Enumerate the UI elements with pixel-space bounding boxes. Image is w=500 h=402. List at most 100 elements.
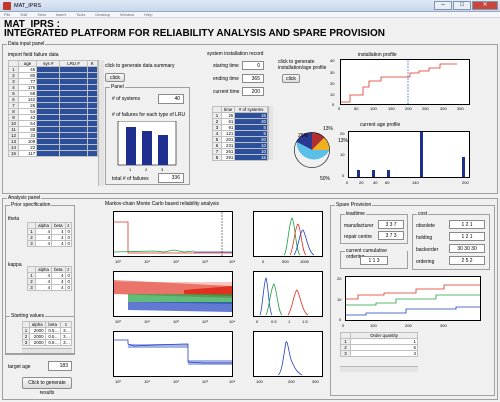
table-cell[interactable]: 15 [234,154,268,161]
menu-desktop[interactable]: Desktop [95,12,110,17]
title-bar: MAT_IPRS – □ ✕ [0,0,500,12]
num-systems-field[interactable]: 40 [158,94,184,104]
menu-window[interactable]: Window [120,12,134,17]
age-bar-3 [387,170,390,177]
spare-provision-plot [345,276,481,321]
table-cell[interactable]: 0.5… [44,339,61,346]
kappa-table[interactable]: alpha beta z 144024403440 [27,266,73,291]
cum-ordering-field[interactable]: 1 1 3 [360,256,388,265]
pie-label-50: 50% [320,176,331,182]
ip-ytick-0: 0 [332,102,335,107]
profile-button[interactable]: click [282,74,300,83]
row-header[interactable]: 3 [27,240,36,247]
summary-panel-label: Panel [110,84,125,90]
install-record-table[interactable]: time # of systems 1 25 15 2 61 20 3 91 5 4 121 5 5 201… [212,106,268,161]
failure-table-scrollbar[interactable] [98,60,104,186]
ending-time-field[interactable]: 365 [242,74,264,83]
installation-profile-title: installation profile [358,52,397,58]
table-row[interactable]: 8 291 15 [212,154,268,161]
current-age-plot [348,131,470,178]
target-age-label: target age [8,364,31,370]
table-cell[interactable]: 3 [350,350,418,357]
table-cell[interactable]: 117 [17,150,38,157]
target-age-field[interactable]: 183 [48,361,72,371]
table-cell[interactable]: 4 [51,284,66,291]
row-header[interactable]: 15 [8,150,19,157]
row-header[interactable]: 3 [22,339,30,346]
close-button[interactable]: ✕ [472,1,498,10]
sp-ytick-0: 0 [339,317,342,322]
row-header[interactable]: 3 [340,350,351,357]
row-header[interactable]: 8 [212,154,222,161]
tp1-tick-3: 10³ [202,259,208,264]
col-num-systems[interactable]: # of systems [234,106,268,113]
table-cell[interactable]: 0 [64,240,73,247]
starting-values-table[interactable]: alpha beta z 1 2000 0.5… 3… 2 2000 0.5… 3… 3 2000 0.… [22,321,73,346]
menu-edit[interactable]: Edit [20,12,27,17]
repair-centre-field[interactable]: 3 7 3 [378,231,404,240]
table-cell[interactable]: 4 [34,240,53,247]
theta-table[interactable]: alpha beta z 144024403440 [27,222,73,247]
failure-data-table[interactable]: age sys # LRU # K 1 45 2 80 3 77 4 176 5 68 6 142 7 26 8 5… [8,60,99,157]
holding-field[interactable]: 1 2 1 [449,232,485,241]
table-cell[interactable]: 4 [34,284,53,291]
table-cell[interactable]: 4 [51,240,66,247]
table-cell[interactable] [59,150,88,157]
dp2-tick-0: 0 [256,319,259,324]
table-row[interactable]: 3440 [27,240,73,247]
ca-ytick-10: 10 [340,152,345,157]
spare-provision-label: Spare Provision [335,202,373,208]
current-time-field[interactable]: 200 [242,87,264,96]
table-cell[interactable] [86,150,99,157]
ordering-label: ordering [416,259,435,265]
age-bar-5 [462,157,465,177]
order-quantity-table[interactable]: Order quantity 112533 [340,332,418,357]
manufacturer-field[interactable]: 3 3 7 [378,220,404,229]
trace-chart-1 [114,212,232,256]
table-cell[interactable] [36,150,61,157]
dp2-tick-1: 1 [288,319,291,324]
row-header[interactable]: 3 [27,284,36,291]
starting-time-field[interactable]: 0 [242,61,264,70]
start-col-alpha[interactable]: alpha [29,321,46,328]
tp3-tick-0: 10⁰ [115,379,122,384]
table-cell[interactable]: 2000 [29,339,46,346]
order-table-scrollbar[interactable] [340,366,418,372]
table-row[interactable]: 33 [340,350,418,357]
installation-profile-chart [341,60,457,104]
menu-view[interactable]: View [37,12,46,17]
table-cell[interactable]: 3… [59,339,73,346]
backorder-field[interactable]: 30 30 30 [449,244,485,253]
install-table-scrollbar[interactable] [268,106,273,160]
tp2-tick-1: 10¹ [144,319,150,324]
table-row[interactable]: 3440 [27,284,73,291]
menu-tools[interactable]: Tools [76,12,85,17]
app-icon [3,2,11,10]
obsolete-field[interactable]: 1 2 1 [449,220,485,229]
failures-bar-chart: 1 2 3 [117,121,177,172]
trace-chart-2 [114,280,232,312]
summary-button[interactable]: click [105,73,125,82]
menu-file[interactable]: File [4,12,10,17]
total-failures-field[interactable]: 336 [158,173,184,183]
density-chart-2 [259,277,309,316]
maximize-button[interactable]: □ [453,1,471,10]
table-cell[interactable]: 0 [64,284,73,291]
lru1-bar [126,127,136,165]
pie-label-13a: 13% [323,126,334,132]
dp2-tick-1-5: 1.5 [302,319,308,324]
sp-ytick-10: 10 [337,297,342,302]
menu-help[interactable]: Help [144,12,152,17]
minimize-button[interactable]: – [434,1,452,10]
tp1-tick-1: 10¹ [144,259,150,264]
ordering-field[interactable]: 2 5 2 [449,256,485,265]
sp-tick-100: 100 [370,323,377,328]
table-cell[interactable]: 291 [220,154,236,161]
generate-results-button[interactable]: Click to generate results [22,377,72,396]
table-row[interactable]: 15 117 [8,150,99,157]
table-row[interactable]: 3 2000 0.5… 3… [22,339,73,346]
tp3-tick-4: 10⁴ [229,379,236,384]
menu-insert[interactable]: Insert [56,12,66,17]
prior-spec-label: Prior specification [10,202,52,208]
starting-values-scrollbar[interactable] [22,348,72,353]
